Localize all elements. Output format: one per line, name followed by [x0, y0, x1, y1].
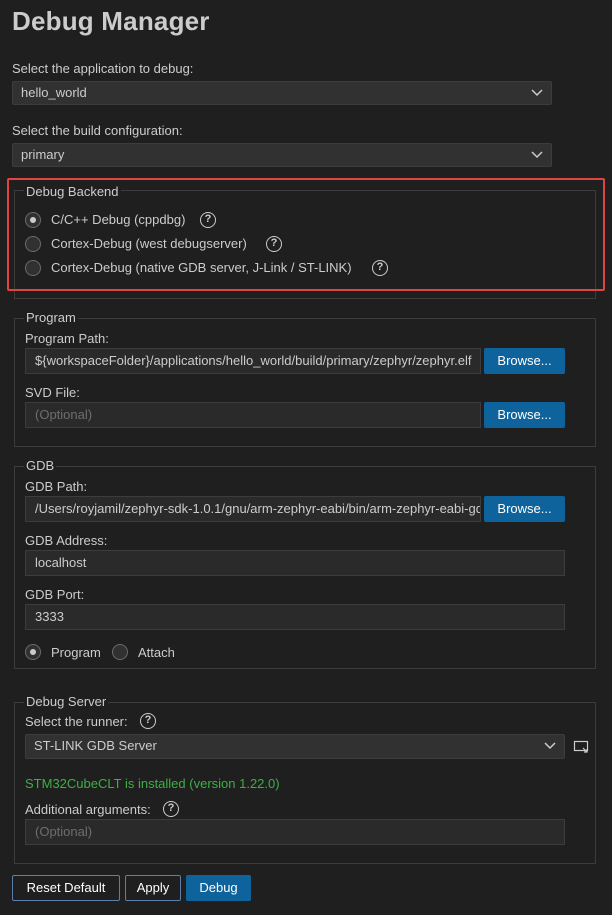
runner-label: Select the runner:	[25, 714, 128, 729]
debug-button[interactable]: Debug	[186, 875, 251, 901]
additional-args-input[interactable]: (Optional)	[25, 819, 565, 845]
gdb-browse-button[interactable]: Browse...	[484, 496, 565, 522]
build-select[interactable]: primary	[12, 143, 552, 167]
apply-button[interactable]: Apply	[125, 875, 181, 901]
runner-select[interactable]: ST-LINK GDB Server	[25, 734, 565, 759]
chevron-down-icon	[544, 742, 556, 750]
additional-args-label: Additional arguments:	[25, 802, 151, 817]
remote-target-icon[interactable]	[573, 739, 589, 755]
program-path-input[interactable]: ${workspaceFolder}/applications/hello_wo…	[25, 348, 481, 374]
help-icon[interactable]: ?	[140, 713, 156, 729]
build-select-label: Select the build configuration:	[12, 123, 183, 138]
program-legend: Program	[24, 310, 78, 325]
app-select-label: Select the application to debug:	[12, 61, 194, 76]
program-browse-button[interactable]: Browse...	[484, 348, 565, 374]
gdb-mode-program-radio[interactable]	[25, 644, 41, 660]
gdb-port-input[interactable]: 3333	[25, 604, 565, 630]
app-select[interactable]: hello_world	[12, 81, 552, 105]
svd-file-label: SVD File:	[25, 385, 80, 400]
gdb-address-input[interactable]: localhost	[25, 550, 565, 576]
page-title: Debug Manager	[12, 6, 210, 36]
gdb-path-label: GDB Path:	[25, 479, 88, 494]
program-path-label: Program Path:	[25, 331, 109, 346]
chevron-down-icon	[531, 89, 543, 97]
gdb-address-label: GDB Address:	[25, 533, 108, 548]
chevron-down-icon	[531, 151, 543, 159]
svd-file-input[interactable]: (Optional)	[25, 402, 481, 428]
gdb-path-input[interactable]: /Users/royjamil/zephyr-sdk-1.0.1/gnu/arm…	[25, 496, 481, 522]
gdb-mode-attach-label: Attach	[138, 645, 175, 660]
help-icon[interactable]: ?	[163, 801, 179, 817]
build-select-value: primary	[21, 147, 65, 162]
runner-status-text: STM32CubeCLT is installed (version 1.22.…	[25, 776, 280, 791]
gdb-legend: GDB	[24, 458, 57, 473]
svd-browse-button[interactable]: Browse...	[484, 402, 565, 428]
reset-default-button[interactable]: Reset Default	[12, 875, 120, 901]
runner-select-value: ST-LINK GDB Server	[34, 738, 157, 753]
gdb-port-label: GDB Port:	[25, 587, 85, 602]
gdb-mode-attach-radio[interactable]	[112, 644, 128, 660]
debug-server-legend: Debug Server	[24, 694, 109, 709]
app-select-value: hello_world	[21, 85, 87, 100]
gdb-mode-program-label: Program	[51, 645, 101, 660]
highlight-box	[7, 178, 605, 291]
